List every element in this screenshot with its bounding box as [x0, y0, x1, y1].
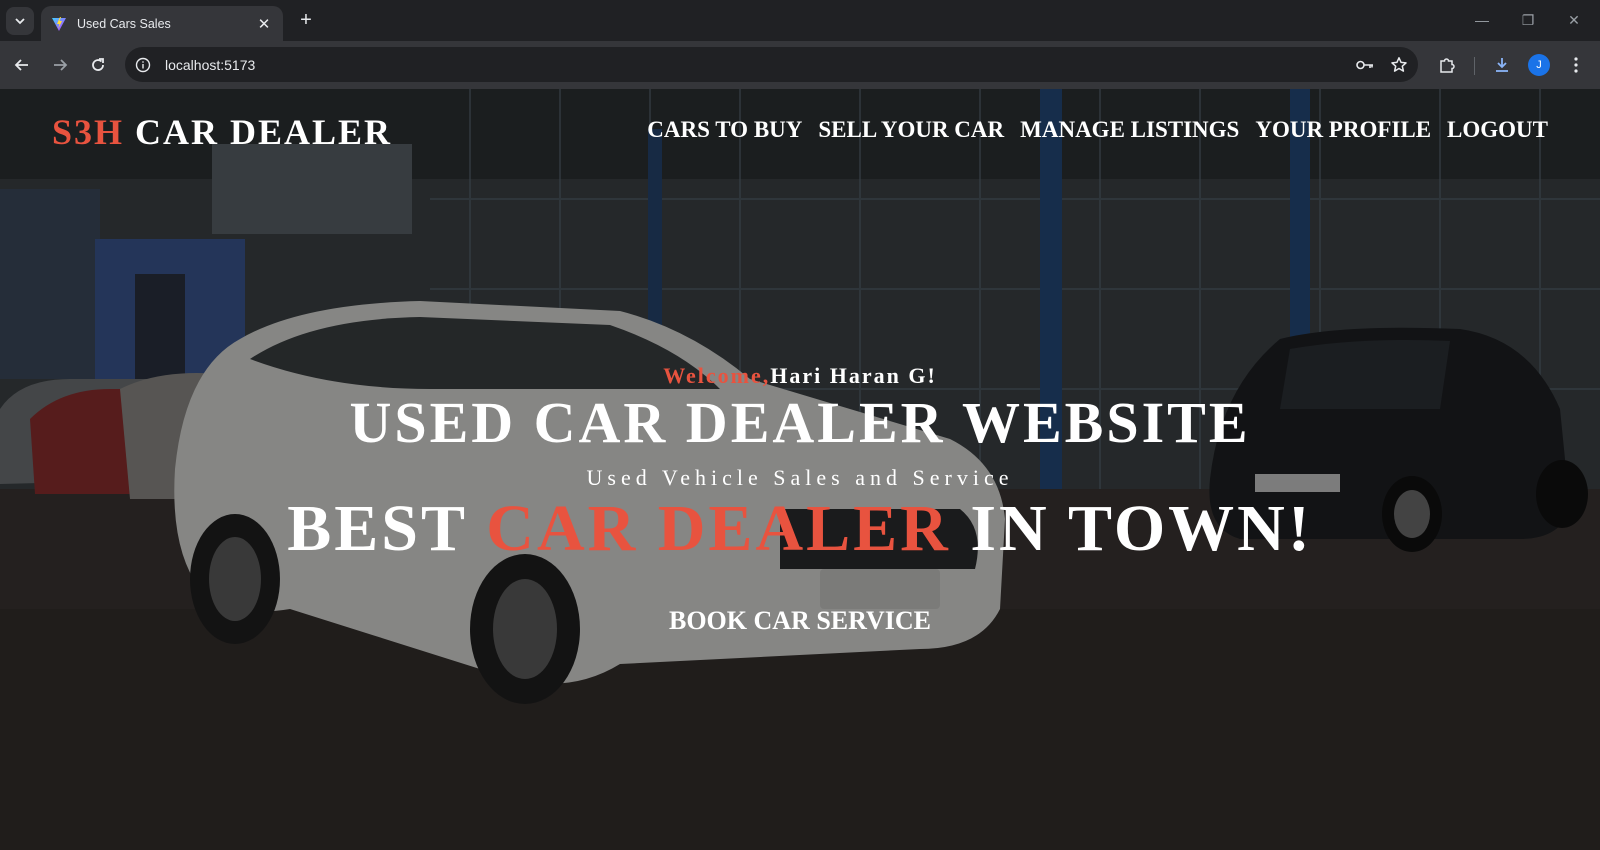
book-service-container: BOOK CAR SERVICE	[0, 606, 1600, 636]
close-icon[interactable]: ✕	[255, 15, 273, 33]
hero-tagline: BEST CAR DEALER IN TOWN!	[0, 491, 1600, 567]
nav-manage-listings[interactable]: MANAGE LISTINGS	[1020, 117, 1239, 143]
kebab-menu-icon[interactable]	[1561, 50, 1591, 80]
restore-icon[interactable]: ❐	[1513, 8, 1543, 32]
profile-avatar[interactable]: J	[1524, 50, 1554, 80]
brand-name: CAR DEALER	[124, 112, 393, 152]
info-icon[interactable]	[129, 51, 157, 79]
minimize-icon[interactable]: —	[1467, 8, 1497, 32]
nav-cars-to-buy[interactable]: CARS TO BUY	[647, 117, 802, 143]
url-text[interactable]: localhost:5173	[165, 57, 1350, 73]
vite-favicon-icon	[51, 16, 67, 32]
download-icon[interactable]	[1487, 50, 1517, 80]
toolbar-divider	[1474, 57, 1475, 75]
nav-your-profile[interactable]: YOUR PROFILE	[1255, 117, 1431, 143]
tab-title: Used Cars Sales	[77, 16, 171, 31]
avatar: J	[1528, 54, 1550, 76]
key-icon[interactable]	[1350, 50, 1380, 80]
plus-icon[interactable]: +	[294, 9, 318, 33]
welcome-name: Hari Haran G!	[770, 363, 937, 388]
arrow-right-icon[interactable]	[45, 50, 75, 80]
page-viewport: S3H CAR DEALER CARS TO BUY SELL YOUR CAR…	[0, 89, 1600, 850]
nav-logout[interactable]: LOGOUT	[1447, 117, 1548, 143]
brand-accent: S3H	[52, 112, 125, 152]
address-bar[interactable]: localhost:5173	[125, 47, 1418, 82]
reload-icon[interactable]	[83, 50, 113, 80]
puzzle-icon[interactable]	[1432, 50, 1462, 80]
arrow-left-icon[interactable]	[7, 50, 37, 80]
tagline-start: BEST	[287, 492, 487, 565]
hero-title: USED CAR DEALER WEBSITE	[349, 390, 1251, 455]
welcome-message: Welcome,Hari Haran G!	[0, 363, 1600, 389]
welcome-prefix: Welcome,	[663, 363, 771, 388]
book-car-service-button[interactable]: BOOK CAR SERVICE	[669, 606, 931, 635]
star-icon[interactable]	[1384, 50, 1414, 80]
window-close-icon[interactable]: ✕	[1559, 8, 1589, 32]
hero-subtitle: Used Vehicle Sales and Service	[586, 465, 1014, 490]
tagline-accent: CAR DEALER	[486, 492, 951, 565]
site-nav: CARS TO BUY SELL YOUR CAR MANAGE LISTING…	[647, 117, 1548, 143]
browser-toolbar: localhost:5173 J	[0, 41, 1600, 89]
nav-sell-your-car[interactable]: SELL YOUR CAR	[818, 117, 1004, 143]
chevron-down-icon[interactable]	[6, 7, 34, 35]
tagline-end: IN TOWN!	[950, 492, 1313, 565]
browser-tab-strip: Used Cars Sales ✕ + — ❐ ✕	[0, 0, 1600, 41]
site-logo[interactable]: S3H CAR DEALER	[52, 111, 392, 153]
browser-tab[interactable]: Used Cars Sales ✕	[41, 6, 283, 41]
